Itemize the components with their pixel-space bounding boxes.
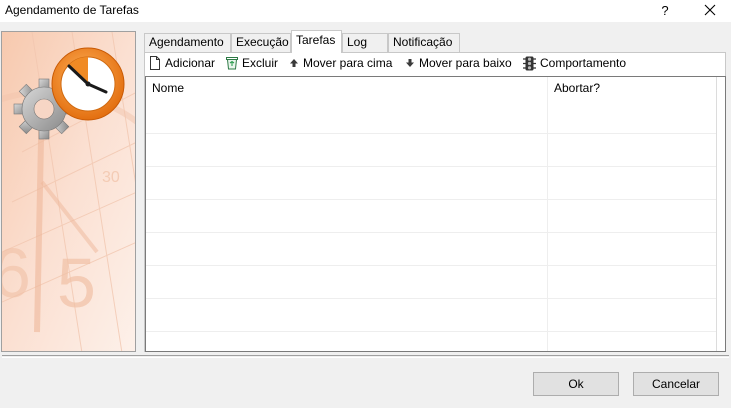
move-up-button-label: Mover para cima xyxy=(303,56,393,70)
banner-image: 5 6 30 xyxy=(1,31,136,352)
add-button-label: Adicionar xyxy=(165,56,216,70)
delete-button-label: Excluir xyxy=(242,56,279,70)
close-button[interactable] xyxy=(693,0,727,22)
add-button[interactable]: Adicionar xyxy=(148,55,215,72)
clock-gear-icon: 5 6 30 xyxy=(2,32,135,351)
new-document-icon xyxy=(148,56,162,70)
arrow-down-icon xyxy=(404,56,416,70)
table-row[interactable] xyxy=(146,298,716,331)
row-divider xyxy=(146,232,716,233)
table-row[interactable] xyxy=(146,232,716,265)
cancel-button[interactable]: Cancelar xyxy=(633,372,719,396)
ok-button[interactable]: Ok xyxy=(533,372,619,396)
tarefas-panel: Adicionar Excluir Mover para cima Mover … xyxy=(144,52,726,352)
row-divider xyxy=(146,331,716,332)
row-divider xyxy=(146,265,716,266)
bottom-separator xyxy=(2,355,729,358)
window-title: Agendamento de Tarefas xyxy=(5,3,139,17)
tasks-grid[interactable]: Nome Abortar? xyxy=(145,76,726,352)
table-row[interactable] xyxy=(146,199,716,232)
column-header-abortar[interactable]: Abortar? xyxy=(548,77,717,99)
recycle-bin-icon xyxy=(225,56,239,70)
row-divider xyxy=(146,199,716,200)
close-icon xyxy=(704,4,716,16)
delete-button[interactable]: Excluir xyxy=(225,55,278,72)
svg-text:5: 5 xyxy=(57,244,96,322)
behavior-button-label: Comportamento xyxy=(540,56,627,70)
svg-text:30: 30 xyxy=(102,169,120,186)
move-up-button[interactable]: Mover para cima xyxy=(288,55,392,72)
row-divider xyxy=(146,298,716,299)
column-header-nome[interactable]: Nome xyxy=(146,77,548,99)
table-row[interactable] xyxy=(146,265,716,298)
dialog-body: 5 6 30 xyxy=(0,22,731,408)
row-divider xyxy=(146,166,716,167)
tab-tarefas[interactable]: Tarefas xyxy=(291,30,342,53)
move-down-button-label: Mover para baixo xyxy=(419,56,512,70)
traffic-light-icon xyxy=(522,56,537,71)
title-bar: Agendamento de Tarefas ? xyxy=(0,0,731,22)
table-row[interactable] xyxy=(146,133,716,166)
svg-text:6: 6 xyxy=(2,234,31,312)
tab-execucao[interactable]: Execução xyxy=(231,33,291,52)
tab-log[interactable]: Log xyxy=(342,33,388,52)
move-down-button[interactable]: Mover para baixo xyxy=(404,55,512,72)
table-row[interactable] xyxy=(146,100,716,133)
toolbar: Adicionar Excluir Mover para cima Mover … xyxy=(145,53,725,74)
row-divider xyxy=(146,133,716,134)
table-row[interactable] xyxy=(146,166,716,199)
tab-notificacao[interactable]: Notificação xyxy=(388,33,460,52)
arrow-up-icon xyxy=(288,56,300,70)
behavior-button[interactable]: Comportamento xyxy=(522,55,626,72)
column-divider xyxy=(716,77,717,351)
tab-agendamento[interactable]: Agendamento xyxy=(144,33,231,52)
help-button[interactable]: ? xyxy=(648,0,682,22)
